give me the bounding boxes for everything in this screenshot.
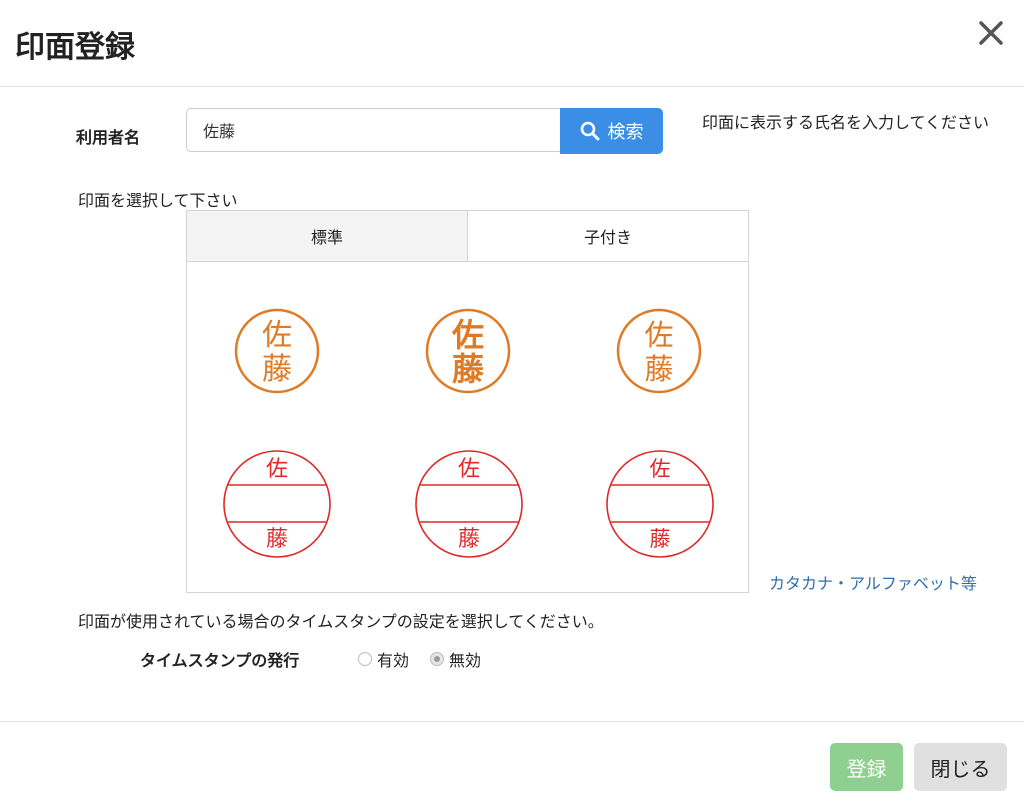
radio-enabled[interactable]: 有効 <box>358 647 409 671</box>
radio-enabled-label: 有効 <box>377 651 410 670</box>
select-stamp-prompt: 印面を選択して下さい <box>78 191 238 210</box>
other-chars-link[interactable]: カタカナ・アルファベット等 <box>769 570 977 594</box>
user-name-label: 利用者名 <box>76 128 141 147</box>
radio-enabled-control[interactable] <box>358 652 372 666</box>
stamp-banded-2[interactable]: 佐 藤 <box>413 448 525 560</box>
stamp-tabs: 標準 子付き <box>187 211 748 262</box>
stamp-banded-3[interactable]: 佐 藤 <box>604 448 716 560</box>
stamp-char-top: 佐 <box>644 318 673 352</box>
search-button[interactable]: 検索 <box>560 108 663 154</box>
stamp-char-top: 佐 <box>451 316 484 354</box>
tab-with-child[interactable]: 子付き <box>468 211 748 261</box>
close-button[interactable]: 閉じる <box>914 743 1007 791</box>
stamp-char-top: 佐 <box>458 457 480 482</box>
stamp-char-top: 佐 <box>266 457 288 482</box>
radio-disabled-control[interactable] <box>430 652 444 666</box>
user-name-input[interactable] <box>186 108 563 152</box>
stamp-char-bottom: 藤 <box>644 352 673 386</box>
stamp-char-bottom: 藤 <box>458 527 480 552</box>
stamp-round-2[interactable]: 佐 藤 <box>424 307 512 395</box>
stamp-banded-1[interactable]: 佐 藤 <box>221 448 333 560</box>
radio-disabled[interactable]: 無効 <box>430 647 481 671</box>
modal-title: 印面登録 <box>15 30 135 65</box>
stamp-char-bottom: 藤 <box>650 527 671 551</box>
stamp-char-bottom: 藤 <box>266 527 288 552</box>
name-hint: 印面に表示する氏名を入力してください <box>702 113 990 132</box>
timestamp-prompt: 印面が使用されている場合のタイムスタンプの設定を選択してください。 <box>78 612 604 631</box>
stamp-char-top: 佐 <box>650 457 671 481</box>
stamp-round-3[interactable]: 佐 藤 <box>615 307 703 395</box>
modal-header: 印面登録 <box>0 0 1024 87</box>
search-button-label: 検索 <box>607 122 644 143</box>
search-icon <box>580 121 599 141</box>
register-button[interactable]: 登録 <box>830 743 903 791</box>
close-icon[interactable] <box>976 18 1006 48</box>
timestamp-label: タイムスタンプの発行 <box>140 651 300 670</box>
stamp-char-top: 佐 <box>262 318 292 353</box>
stamp-panel: 標準 子付き 佐 藤 佐 藤 佐 藤 佐 藤 佐 藤 佐 藤 <box>186 210 749 593</box>
tab-standard[interactable]: 標準 <box>187 211 468 261</box>
stamp-char-bottom: 藤 <box>262 352 292 387</box>
radio-disabled-label: 無効 <box>449 651 482 670</box>
stamp-round-1[interactable]: 佐 藤 <box>233 307 321 395</box>
stamp-char-bottom: 藤 <box>452 350 485 388</box>
